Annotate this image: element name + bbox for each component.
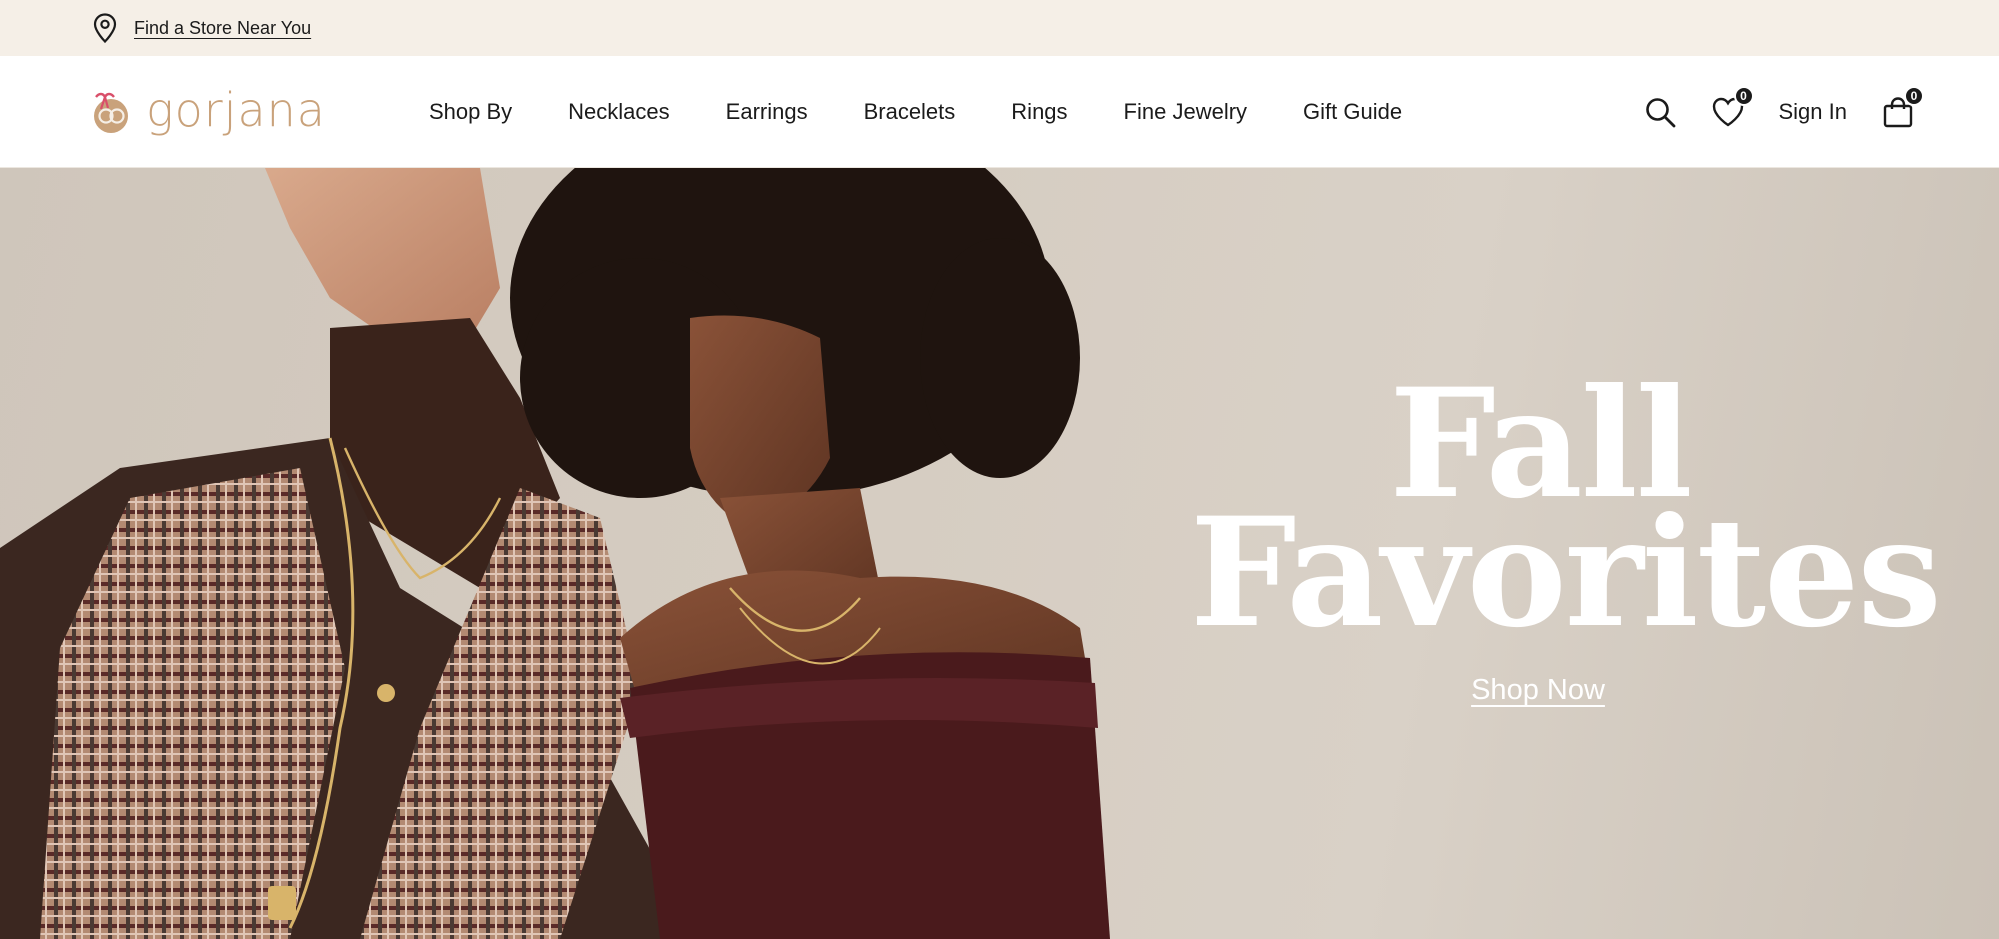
logo-mark-icon xyxy=(94,92,128,133)
nav-earrings[interactable]: Earrings xyxy=(726,99,808,125)
nav-rings[interactable]: Rings xyxy=(1011,99,1067,125)
hero-headline-line2: Favorites xyxy=(1190,485,1942,661)
wishlist-button[interactable]: 0 xyxy=(1711,86,1754,129)
nav-gift-guide[interactable]: Gift Guide xyxy=(1303,99,1402,125)
header-actions: 0 Sign In 0 xyxy=(1643,86,1924,138)
shop-now-link[interactable]: Shop Now xyxy=(1438,674,1638,707)
logo-wordmark: gorjana xyxy=(146,83,326,137)
wishlist-count-badge: 0 xyxy=(1733,86,1754,106)
utility-bar: Find a Store Near You xyxy=(0,0,1999,56)
map-pin-icon xyxy=(93,13,117,44)
nav-fine-jewelry[interactable]: Fine Jewelry xyxy=(1124,99,1247,125)
cart-count-badge: 0 xyxy=(1904,86,1924,106)
nav-necklaces[interactable]: Necklaces xyxy=(568,99,669,125)
nav-bracelets[interactable]: Bracelets xyxy=(864,99,956,125)
search-button[interactable] xyxy=(1643,95,1677,129)
main-nav: Shop By Necklaces Earrings Bracelets Rin… xyxy=(429,92,1402,132)
search-icon xyxy=(1645,98,1675,128)
find-store-label: Find a Store Near You xyxy=(134,17,312,38)
hero-headline: Fall Favorites xyxy=(1190,369,1942,661)
sign-in-link[interactable]: Sign In xyxy=(1779,99,1848,125)
brand-logo[interactable]: gorjana xyxy=(86,84,326,140)
hero-banner[interactable]: Fall Favorites Shop Now xyxy=(0,168,1999,939)
nav-shop-by[interactable]: Shop By xyxy=(429,99,512,125)
main-header: gorjana Shop By Necklaces Earrings Brace… xyxy=(0,56,1999,168)
find-store-link[interactable]: Find a Store Near You xyxy=(88,10,311,46)
cart-button[interactable]: 0 xyxy=(1881,86,1924,129)
